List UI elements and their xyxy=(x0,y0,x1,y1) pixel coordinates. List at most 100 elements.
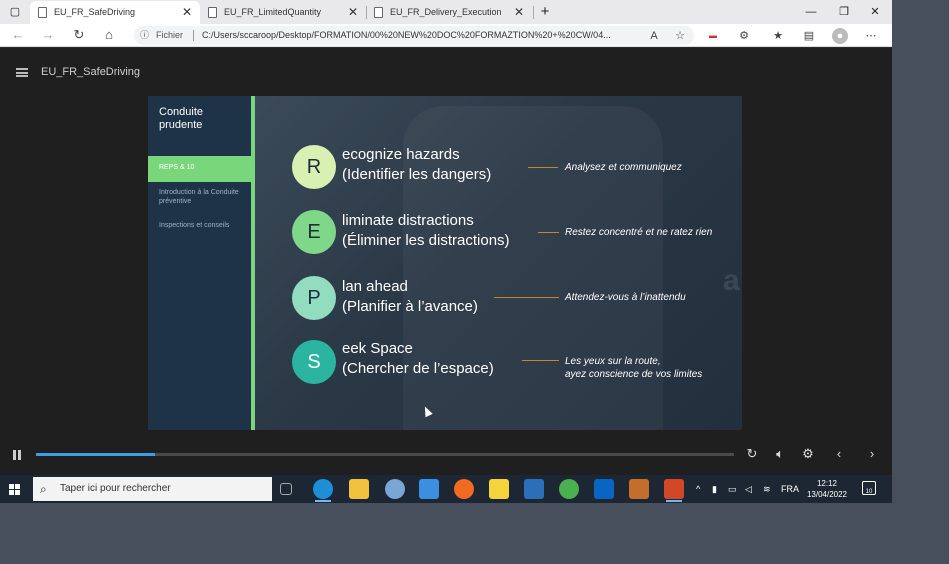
extension-icon[interactable]: ▬ xyxy=(705,28,721,44)
language-indicator[interactable]: FRA xyxy=(781,475,799,503)
address-bar: ← → ↻ ⌂ ⓘ Fichier C:/Users/sccaroop/Desk… xyxy=(0,24,892,47)
letter-circle-s: S xyxy=(292,340,336,384)
row-line2: (Identifier les dangers) xyxy=(342,166,492,183)
close-icon[interactable]: ✕ xyxy=(514,1,524,23)
letter-circle-r: R xyxy=(292,145,336,189)
url-text: C:/Users/sccaroop/Desktop/FORMATION/00%2… xyxy=(202,30,611,40)
firefox-icon[interactable] xyxy=(454,479,474,499)
next-icon[interactable]: › xyxy=(864,446,880,462)
extensions-icon[interactable]: ⚙ xyxy=(736,28,752,44)
row-line2: (Planifier à l’avance) xyxy=(342,298,478,315)
wifi-icon[interactable]: ≋ xyxy=(763,475,771,503)
page-icon xyxy=(374,7,383,18)
notification-count: 10 xyxy=(865,489,873,495)
connector-line xyxy=(528,167,558,168)
refresh-icon[interactable]: ↻ xyxy=(70,26,88,44)
row-note-e: Restez concentré et ne ratez rien xyxy=(565,227,713,238)
favorites-icon[interactable]: ★ xyxy=(770,28,786,44)
amazon-logo: amazon xyxy=(723,264,742,297)
new-tab-icon[interactable]: + xyxy=(536,3,554,21)
date-text: 13/04/2022 xyxy=(806,490,848,499)
connector-line xyxy=(494,297,559,298)
row-note-p: Attendez-vous à l’inattendu xyxy=(565,292,686,303)
outlook-icon[interactable] xyxy=(594,479,614,499)
home-icon[interactable]: ⌂ xyxy=(100,26,118,44)
windows-start-icon[interactable] xyxy=(9,484,20,495)
battery-icon[interactable]: ▭ xyxy=(728,475,737,503)
edge-icon[interactable] xyxy=(313,479,333,499)
progress-fill xyxy=(36,453,155,456)
tab-safedriving[interactable]: EU_FR_SafeDriving ✕ xyxy=(30,1,200,24)
tab-delivery-execution[interactable]: EU_FR_Delivery_Execution ✕ xyxy=(366,1,532,24)
player-controls: ↻ 🔈︎ ⚙ ‹ › xyxy=(0,440,892,470)
url-field[interactable]: ⓘ Fichier C:/Users/sccaroop/Desktop/FORM… xyxy=(134,26,694,45)
row-text-p: lan ahead (Planifier à l’avance) xyxy=(342,277,478,317)
pause-icon[interactable] xyxy=(13,450,21,460)
row-line1: eek Space xyxy=(342,340,413,357)
tab-title: EU_FR_LimitedQuantity xyxy=(224,7,322,17)
tray-chevron-icon[interactable]: ^ xyxy=(696,475,700,503)
tab-title: EU_FR_SafeDriving xyxy=(54,7,136,17)
slide: amazon Conduite prudente REPS & 10 Intro… xyxy=(148,96,742,430)
info-icon[interactable]: ⓘ xyxy=(140,26,149,45)
profile-icon[interactable]: ● xyxy=(832,28,848,44)
add-favorite-icon[interactable]: ☆ xyxy=(672,28,688,44)
sidebar-item-label: REPS & 10 xyxy=(159,164,195,171)
menu-icon[interactable] xyxy=(16,68,28,77)
active-indicator xyxy=(666,500,682,502)
powerpoint-icon[interactable] xyxy=(664,479,684,499)
search-icon: ⌕ xyxy=(40,482,47,496)
clock[interactable]: 12:12 13/04/2022 xyxy=(801,478,853,500)
row-line2: (Éliminer les distractions) xyxy=(342,232,510,249)
paint-icon[interactable] xyxy=(385,479,405,499)
row-text-s: eek Space (Chercher de l’espace) xyxy=(342,339,494,379)
tab-limitedquantity[interactable]: EU_FR_LimitedQuantity ✕ xyxy=(200,1,366,24)
notification-icon[interactable]: 10 xyxy=(862,481,876,495)
row-note-r: Analysez et communiquez xyxy=(565,162,682,173)
row-text-e: liminate distractions (Éliminer les dist… xyxy=(342,211,510,251)
minimize-icon[interactable]: — xyxy=(802,3,820,21)
tab-divider xyxy=(533,6,534,19)
collections-icon[interactable]: ▤ xyxy=(801,28,817,44)
course-title: EU_FR_SafeDriving xyxy=(41,66,141,78)
sidebar-title: Conduite prudente xyxy=(159,106,204,131)
letter-circle-p: P xyxy=(292,276,336,320)
course-player: EU_FR_SafeDriving amazon Conduite pruden… xyxy=(0,48,892,475)
app-icon[interactable] xyxy=(629,479,649,499)
sidebar-item-introduction[interactable]: Introduction à la Conduite préventive xyxy=(159,188,247,206)
sidebar-item-reps[interactable]: REPS & 10 xyxy=(148,156,252,182)
close-icon[interactable]: ✕ xyxy=(348,1,358,23)
restore-icon[interactable]: ❐ xyxy=(835,3,853,21)
file-explorer-icon[interactable] xyxy=(349,479,369,499)
back-icon[interactable]: ← xyxy=(9,26,27,44)
browser-tab-bar: ▢ EU_FR_SafeDriving ✕ EU_FR_LimitedQuant… xyxy=(0,0,892,24)
row-line2: (Chercher de l’espace) xyxy=(342,360,494,377)
tab-actions-icon[interactable]: ▢ xyxy=(6,3,24,21)
sidebar-item-inspections[interactable]: Inspections et conseils xyxy=(159,221,247,230)
speaker-icon[interactable]: ◁ xyxy=(745,475,752,503)
settings-icon[interactable]: ⚙ xyxy=(800,446,816,462)
close-icon[interactable]: ✕ xyxy=(182,1,192,23)
page-icon xyxy=(38,7,47,18)
row-note-s: Les yeux sur la route, ayez conscience d… xyxy=(565,356,703,380)
progress-bar[interactable] xyxy=(36,453,734,456)
task-view-icon[interactable] xyxy=(280,483,292,495)
read-aloud-icon[interactable]: A xyxy=(646,28,662,44)
volume-icon[interactable]: 🔈︎ xyxy=(772,446,788,462)
store-icon[interactable] xyxy=(419,479,439,499)
previous-icon[interactable]: ‹ xyxy=(831,446,847,462)
taskbar: ⌕ Taper ici pour rechercher ^ ▮ ▭ ◁ ≋ FR… xyxy=(0,475,892,503)
row-text-r: ecognize hazards (Identifier les dangers… xyxy=(342,145,491,185)
letter-circle-e: E xyxy=(292,210,336,254)
replay-icon[interactable]: ↻ xyxy=(744,446,760,462)
row-line1: lan ahead xyxy=(342,278,408,295)
more-icon[interactable]: ⋯ xyxy=(863,28,879,44)
photos-icon[interactable] xyxy=(524,479,544,499)
sticky-notes-icon[interactable] xyxy=(489,479,509,499)
chrome-icon[interactable] xyxy=(559,479,579,499)
taskbar-search-input[interactable]: ⌕ Taper ici pour rechercher xyxy=(33,477,272,501)
row-line1: liminate distractions xyxy=(342,212,474,229)
close-window-icon[interactable]: ✕ xyxy=(866,3,884,21)
usb-icon[interactable]: ▮ xyxy=(712,475,717,503)
forward-icon[interactable]: → xyxy=(39,26,57,44)
